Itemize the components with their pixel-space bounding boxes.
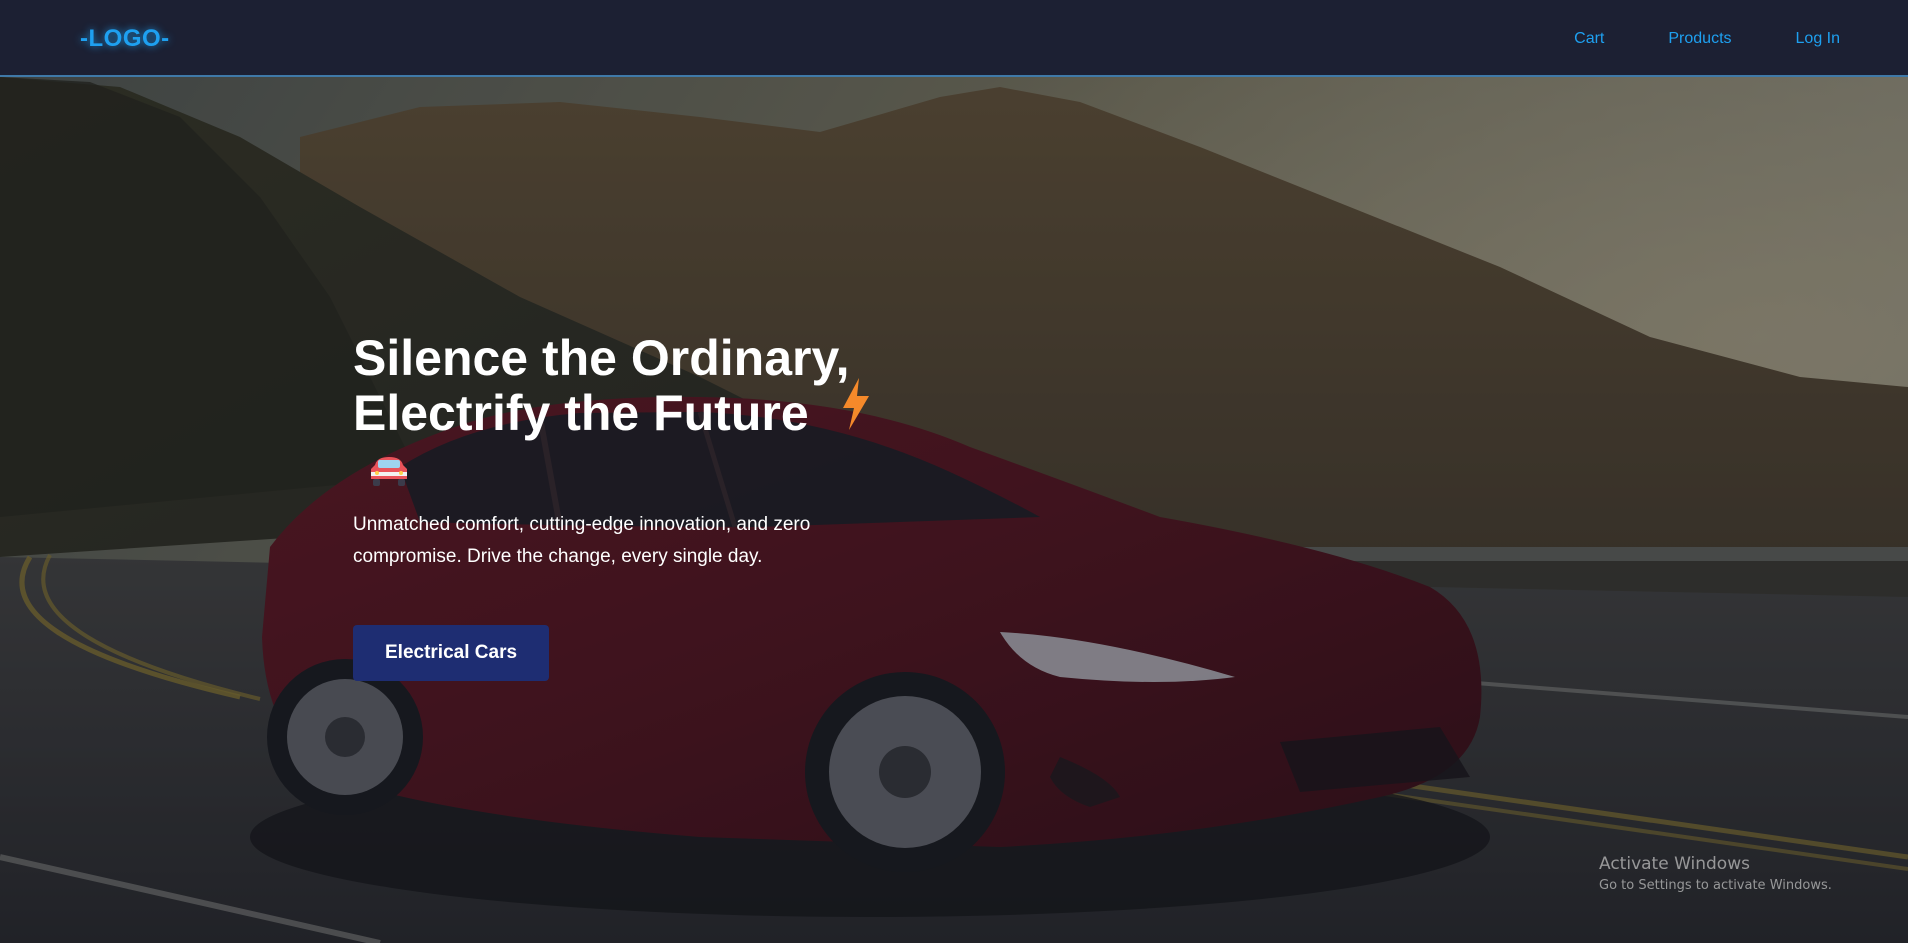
lightning-bolt-icon (839, 378, 871, 441)
watermark-title: Activate Windows (1599, 854, 1750, 874)
hero-section: Silence the Ordinary, Electrify the Futu… (0, 77, 1908, 943)
hero-content: Silence the Ordinary, Electrify the Futu… (353, 331, 913, 682)
electrical-cars-button[interactable]: Electrical Cars (353, 625, 550, 682)
navbar: -LOGO- Cart Products Log In (0, 0, 1908, 77)
hero-title: Silence the Ordinary, Electrify the Futu… (353, 331, 913, 441)
watermark-subtitle: Go to Settings to activate Windows. (1599, 878, 1832, 893)
hero-title-line2: Electrify the Future (353, 385, 809, 441)
logo[interactable]: -LOGO- (80, 25, 170, 53)
hero-description: Unmatched comfort, cutting-edge innovati… (353, 514, 811, 568)
nav-link-cart[interactable]: Cart (1574, 30, 1604, 48)
nav-links: Cart Products Log In (1510, 30, 1840, 48)
windows-activation-watermark: Activate Windows Go to Settings to activ… (1599, 854, 1832, 893)
car-emoji-icon (367, 455, 411, 489)
page: -LOGO- Cart Products Log In Silence the … (0, 0, 1908, 943)
nav-link-login[interactable]: Log In (1796, 30, 1840, 48)
nav-link-products[interactable]: Products (1668, 30, 1731, 48)
hero-background-image (0, 77, 1908, 943)
hero-title-line1: Silence the Ordinary, (353, 330, 850, 386)
